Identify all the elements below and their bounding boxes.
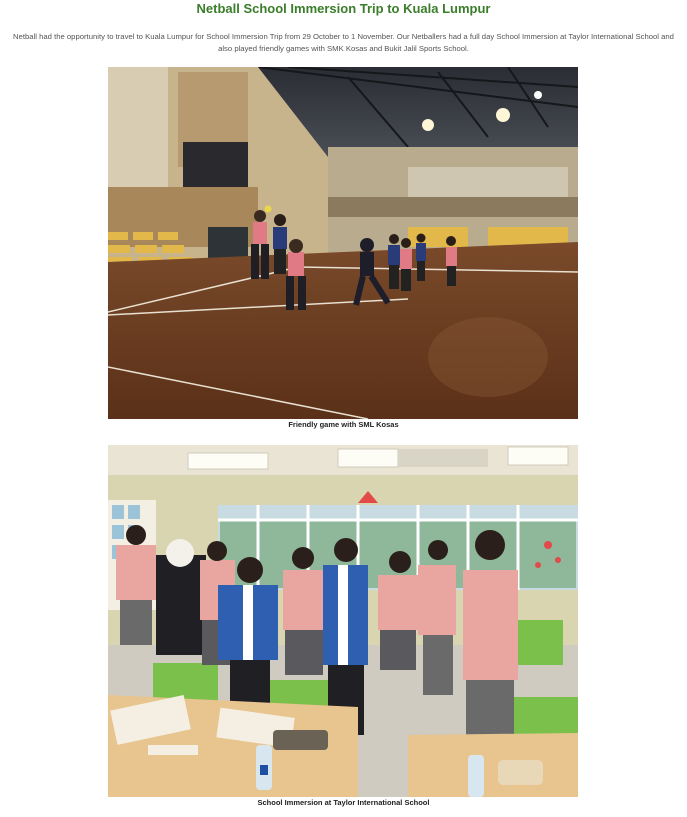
school-immersion-photo [108, 445, 578, 797]
page-title: Netball School Immersion Trip to Kuala L… [196, 1, 491, 16]
intro-paragraph: Netball had the opportunity to travel to… [13, 32, 674, 53]
netball-game-photo [108, 67, 578, 419]
photo-caption: Friendly game with SML Kosas [288, 420, 399, 429]
article-page: Netball School Immersion Trip to Kuala L… [0, 0, 687, 817]
photo-caption: School Immersion at Taylor International… [257, 798, 430, 807]
